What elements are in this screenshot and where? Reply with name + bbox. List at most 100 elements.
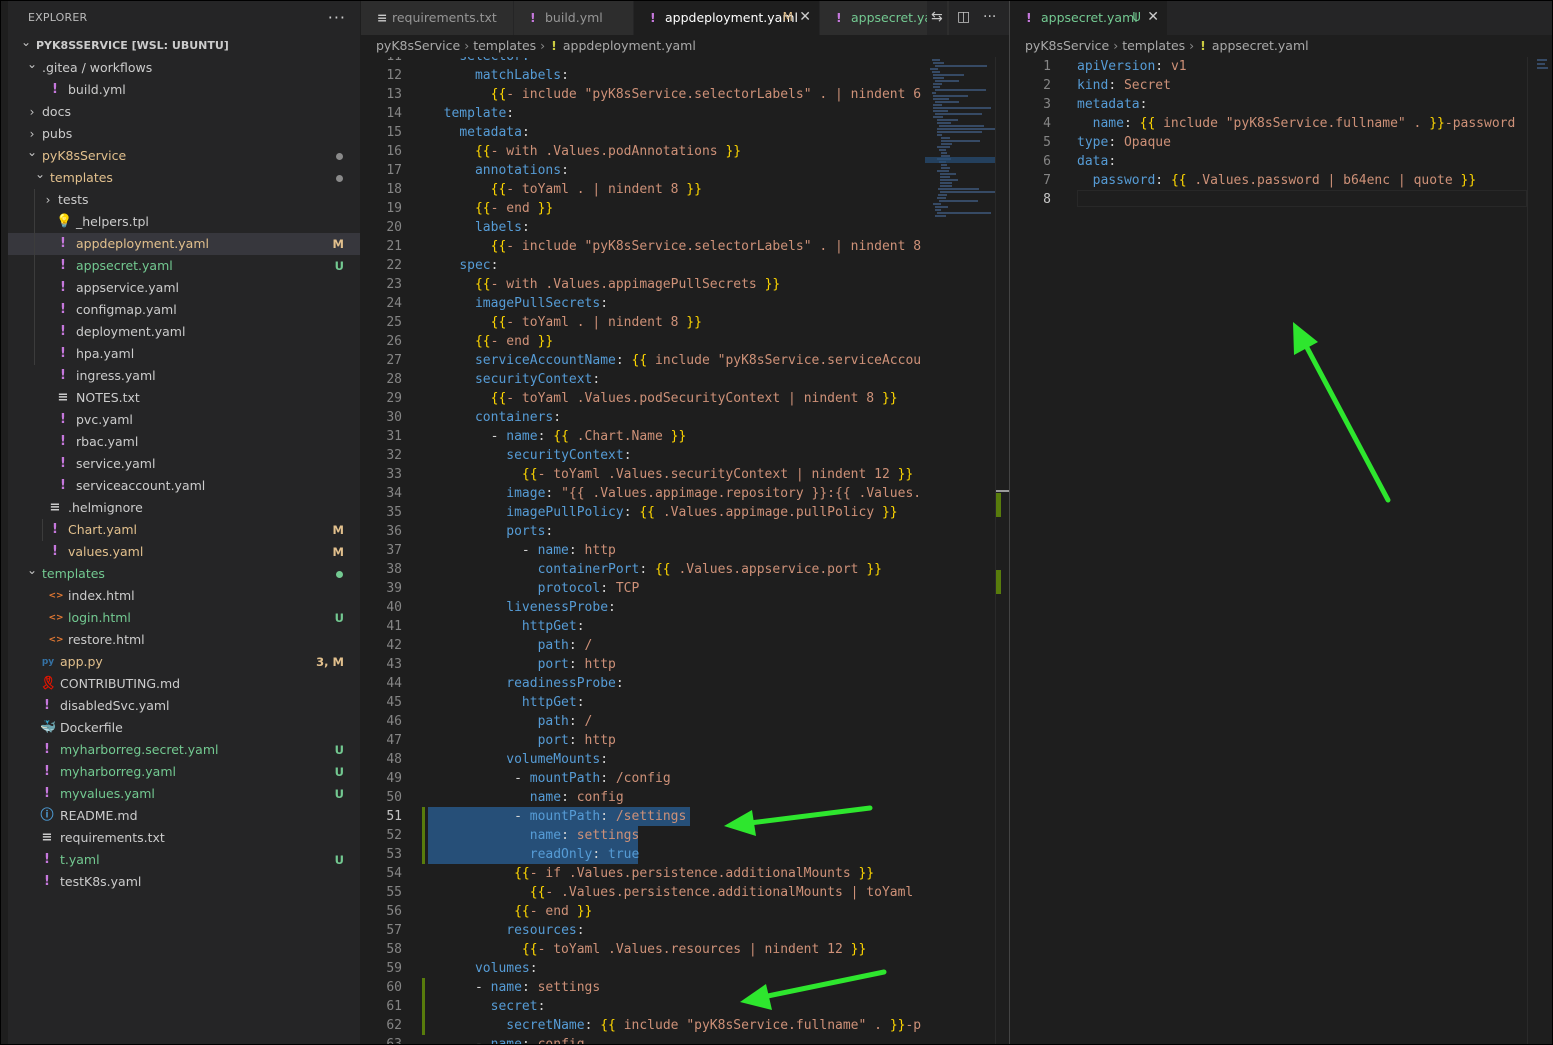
code-line[interactable]: 3 metadata:: [1017, 95, 1527, 114]
code-line[interactable]: 47 port: http: [361, 731, 921, 750]
chevron-down-icon[interactable]: ⌄: [24, 559, 40, 581]
code-line[interactable]: 22 spec:: [361, 256, 921, 275]
code-line[interactable]: 61 secret:: [361, 997, 921, 1016]
tree-item[interactable]: 🎗 CONTRIBUTING.md: [8, 673, 360, 695]
code-line[interactable]: 1 apiVersion: v1: [1017, 57, 1527, 76]
chevron-down-icon[interactable]: ⌄: [24, 141, 40, 163]
code-line[interactable]: 20 labels:: [361, 218, 921, 237]
tree-item[interactable]: ! Chart.yaml M: [8, 519, 360, 541]
compare-changes-icon[interactable]: ⇆: [927, 0, 947, 35]
code-line[interactable]: 59 volumes:: [361, 959, 921, 978]
code-line[interactable]: 2 kind: Secret: [1017, 76, 1527, 95]
tree-item[interactable]: ! appsecret.yaml U: [8, 255, 360, 277]
code-line[interactable]: 13 {{- include "pyK8sService.selectorLab…: [361, 85, 921, 104]
code-line[interactable]: 28 securityContext:: [361, 370, 921, 389]
code-line[interactable]: 55 {{- .Values.persistence.additionalMou…: [361, 883, 921, 902]
tree-item[interactable]: ! service.yaml: [8, 453, 360, 475]
code-line[interactable]: 40 livenessProbe:: [361, 598, 921, 617]
code-line[interactable]: 48 volumeMounts:: [361, 750, 921, 769]
more-actions-icon[interactable]: ···: [979, 0, 1001, 35]
code-line[interactable]: 54 {{- if .Values.persistence.additional…: [361, 864, 921, 883]
code-line[interactable]: 44 readinessProbe:: [361, 674, 921, 693]
tree-item[interactable]: ⓘ README.md: [8, 805, 360, 827]
tree-item[interactable]: ! pvc.yaml: [8, 409, 360, 431]
tree-item[interactable]: ! rbac.yaml: [8, 431, 360, 453]
code-line[interactable]: 23 {{- with .Values.appimagePullSecrets …: [361, 275, 921, 294]
code-line[interactable]: 11 selector:: [361, 57, 921, 66]
tree-item[interactable]: 💡 _helpers.tpl: [8, 211, 360, 233]
tree-item[interactable]: <> index.html: [8, 585, 360, 607]
right-scrollbar[interactable]: [1527, 57, 1528, 1045]
code-line[interactable]: 36 ports:: [361, 522, 921, 541]
editor-tab[interactable]: ! appsecret.yaml U ✕: [1010, 0, 1168, 35]
editor-split-divider[interactable]: [1009, 0, 1010, 1045]
tree-item[interactable]: ! myharborreg.yaml U: [8, 761, 360, 783]
tree-item[interactable]: › tests: [8, 189, 360, 211]
code-line[interactable]: 39 protocol: TCP: [361, 579, 921, 598]
code-line[interactable]: 41 httpGet:: [361, 617, 921, 636]
tree-item[interactable]: ! disabledSvc.yaml: [8, 695, 360, 717]
code-line[interactable]: 50 name: config: [361, 788, 921, 807]
editor-tab[interactable]: ! build.yml: [514, 0, 634, 35]
tree-item[interactable]: ⌄ PYK8SSERVICE [WSL: UBUNTU]: [8, 35, 360, 57]
tree-item[interactable]: ! appdeployment.yaml M: [8, 233, 360, 255]
code-line[interactable]: 19 {{- end }}: [361, 199, 921, 218]
code-line[interactable]: 18 {{- toYaml . | nindent 8 }}: [361, 180, 921, 199]
code-line[interactable]: 58 {{- toYaml .Values.resources | ninden…: [361, 940, 921, 959]
split-editor-icon[interactable]: ◫: [953, 0, 975, 35]
tree-item[interactable]: ! build.yml: [8, 79, 360, 101]
breadcrumb-file[interactable]: appsecret.yaml: [1212, 38, 1309, 53]
chevron-down-icon[interactable]: ⌄: [24, 53, 40, 75]
tree-item[interactable]: ! hpa.yaml: [8, 343, 360, 365]
tree-item[interactable]: ⌄ templates: [8, 563, 360, 585]
tree-item[interactable]: › pubs: [8, 123, 360, 145]
tree-item[interactable]: ! serviceaccount.yaml: [8, 475, 360, 497]
code-line[interactable]: 26 {{- end }}: [361, 332, 921, 351]
tree-item[interactable]: ! myvalues.yaml U: [8, 783, 360, 805]
code-line[interactable]: 34 image: "{{ .Values.appimage.repositor…: [361, 484, 921, 503]
code-line[interactable]: 63 - name: config: [361, 1035, 921, 1045]
code-line[interactable]: 53 readOnly: true: [361, 845, 921, 864]
code-line[interactable]: 15 metadata:: [361, 123, 921, 142]
tree-item[interactable]: ! testK8s.yaml: [8, 871, 360, 893]
tree-item[interactable]: ⌄ .gitea / workflows: [8, 57, 360, 79]
tree-item[interactable]: ! deployment.yaml: [8, 321, 360, 343]
code-line[interactable]: 49 - mountPath: /config: [361, 769, 921, 788]
code-line[interactable]: 45 httpGet:: [361, 693, 921, 712]
left-minimap[interactable]: [925, 57, 995, 1045]
more-actions-icon[interactable]: ···: [328, 8, 346, 27]
chevron-right-icon[interactable]: ›: [24, 101, 40, 123]
tree-item[interactable]: ≡ requirements.txt: [8, 827, 360, 849]
breadcrumb-item[interactable]: pyK8sService: [1025, 38, 1109, 53]
code-line[interactable]: 46 path: /: [361, 712, 921, 731]
tree-item[interactable]: ! appservice.yaml: [8, 277, 360, 299]
left-editor-code[interactable]: 11 selector:12 matchLabels:13 {{- includ…: [361, 57, 921, 1045]
code-line[interactable]: 57 resources:: [361, 921, 921, 940]
code-line[interactable]: 25 {{- toYaml . | nindent 8 }}: [361, 313, 921, 332]
left-scrollbar[interactable]: [995, 57, 1010, 1045]
code-line[interactable]: 6 data:: [1017, 152, 1527, 171]
code-line[interactable]: 5 type: Opaque: [1017, 133, 1527, 152]
code-line[interactable]: 62 secretName: {{ include "pyK8sService.…: [361, 1016, 921, 1035]
code-line[interactable]: 35 imagePullPolicy: {{ .Values.appimage.…: [361, 503, 921, 522]
code-line[interactable]: 38 containerPort: {{ .Values.appservice.…: [361, 560, 921, 579]
tree-item[interactable]: ! values.yaml M: [8, 541, 360, 563]
code-line[interactable]: 7 password: {{ .Values.password | b64enc…: [1017, 171, 1527, 190]
right-minimap[interactable]: [1535, 57, 1549, 87]
code-line[interactable]: 31 - name: {{ .Chart.Name }}: [361, 427, 921, 446]
tree-item[interactable]: <> restore.html: [8, 629, 360, 651]
tree-item[interactable]: <> login.html U: [8, 607, 360, 629]
breadcrumb-item[interactable]: pyK8sService: [376, 38, 460, 53]
tree-item[interactable]: ! ingress.yaml: [8, 365, 360, 387]
editor-tab[interactable]: ! appdeployment.yaml M ✕: [634, 0, 820, 35]
breadcrumb-file[interactable]: appdeployment.yaml: [563, 38, 696, 53]
code-line[interactable]: 42 path: /: [361, 636, 921, 655]
code-line[interactable]: 30 containers:: [361, 408, 921, 427]
chevron-right-icon[interactable]: ›: [40, 189, 56, 211]
code-line[interactable]: 51 - mountPath: /settings: [361, 807, 921, 826]
tree-item[interactable]: ! myharborreg.secret.yaml U: [8, 739, 360, 761]
tree-item[interactable]: ⌄ pyK8sService: [8, 145, 360, 167]
tree-item[interactable]: ! configmap.yaml: [8, 299, 360, 321]
close-icon[interactable]: ✕: [1147, 0, 1159, 35]
tree-item[interactable]: py app.py 3, M: [8, 651, 360, 673]
